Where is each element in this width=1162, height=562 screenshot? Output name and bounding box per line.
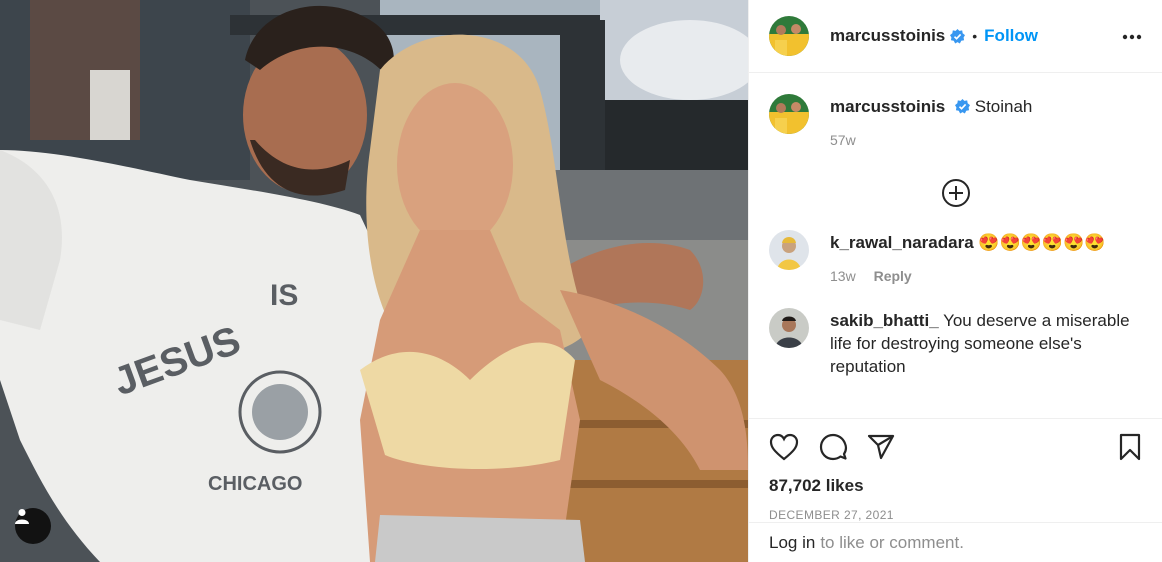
avatar-image xyxy=(769,230,809,270)
caption-time[interactable]: 57w xyxy=(830,132,856,148)
shirt-text-chicago: CHICAGO xyxy=(208,473,302,495)
more-options-icon[interactable] xyxy=(1122,27,1142,45)
comment-row: k_rawal_naradara 😍😍😍😍😍😍 13w Reply xyxy=(769,230,1142,288)
caption-avatar[interactable] xyxy=(769,94,809,134)
caption-text: Stoinah xyxy=(974,97,1033,116)
separator-dot: • xyxy=(972,28,978,44)
reply-button[interactable]: Reply xyxy=(874,268,912,284)
comments-section[interactable]: marcusstoinis Stoinah 57w k_rawal_narada… xyxy=(749,73,1162,418)
comment-icon[interactable] xyxy=(818,432,848,462)
verified-badge-icon xyxy=(950,28,966,44)
comment-avatar[interactable] xyxy=(769,230,809,270)
plus-circle-icon xyxy=(941,179,970,207)
post-header: marcusstoinis • Follow xyxy=(749,0,1162,73)
login-prompt-text: to like or comment. xyxy=(820,532,964,552)
load-more-comments-button[interactable] xyxy=(769,178,1142,208)
comment-username[interactable]: sakib_bhatti_ xyxy=(830,311,939,330)
save-icon[interactable] xyxy=(1118,433,1142,461)
user-icon xyxy=(15,509,29,524)
caption-username[interactable]: marcusstoinis xyxy=(830,97,945,116)
verified-badge-icon xyxy=(955,99,970,114)
photo-illustration: JESUS IS CHICAGO xyxy=(0,0,748,562)
avatar-image xyxy=(769,94,809,134)
comment-row: sakib_bhatti_ You deserve a miserable li… xyxy=(769,308,1142,378)
user-tag-button[interactable] xyxy=(15,508,51,544)
action-bar xyxy=(749,418,1162,474)
heart-icon[interactable] xyxy=(769,433,799,461)
shirt-text-is: IS xyxy=(270,279,298,312)
author-avatar[interactable] xyxy=(769,16,809,56)
caption-meta: 57w xyxy=(830,129,1032,152)
login-link[interactable]: Log in xyxy=(769,533,815,553)
author-username[interactable]: marcusstoinis xyxy=(830,26,945,46)
post-date[interactable]: DECEMBER 27, 2021 xyxy=(749,508,1162,522)
share-icon[interactable] xyxy=(867,434,895,460)
post-sidebar: marcusstoinis • Follow marcusstoinis Sto… xyxy=(748,0,1162,562)
avatar-image xyxy=(769,16,809,56)
avatar-image xyxy=(769,308,809,348)
post-photo[interactable]: JESUS IS CHICAGO xyxy=(0,0,748,562)
comment-time[interactable]: 13w xyxy=(830,268,856,284)
login-prompt: Log in to like or comment. xyxy=(749,522,1162,562)
comment-username[interactable]: k_rawal_naradara xyxy=(830,233,974,252)
follow-button[interactable]: Follow xyxy=(984,26,1038,46)
comment-avatar[interactable] xyxy=(769,308,809,348)
comment-meta: 13w Reply xyxy=(830,265,1105,288)
caption-row: marcusstoinis Stoinah 57w xyxy=(769,94,1142,152)
comment-text: 😍😍😍😍😍😍 xyxy=(978,233,1106,252)
likes-count[interactable]: 87,702 likes xyxy=(749,476,1162,496)
instagram-post: JESUS IS CHICAGO marcusstoinis • Follow … xyxy=(0,0,1162,562)
